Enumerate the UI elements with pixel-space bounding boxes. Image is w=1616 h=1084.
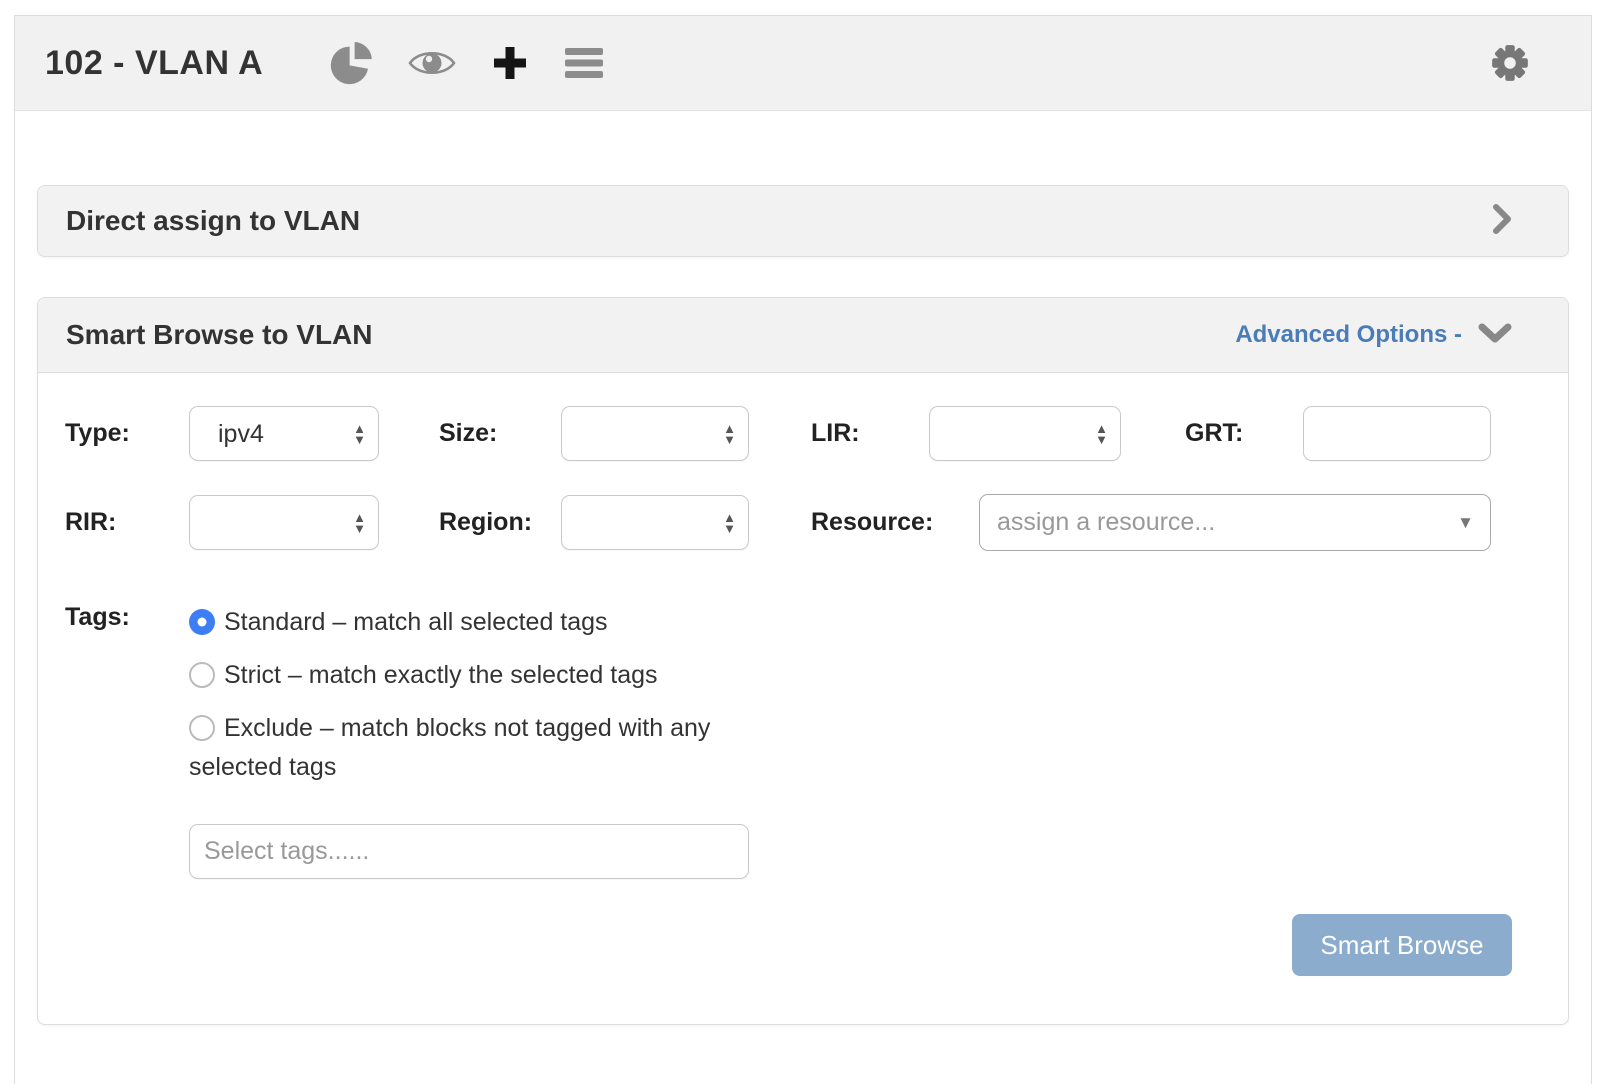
radio-button-icon[interactable] [189, 609, 215, 635]
select-tags-input[interactable] [189, 824, 749, 879]
radio-option-standard[interactable]: Standard – match all selected tags [189, 603, 749, 642]
form-row-2: RIR: ▲▼ Region: ▲▼ Resource: assign a re… [65, 494, 1568, 551]
tags-label: Tags: [65, 603, 189, 879]
radio-option-label: Standard – match all selected tags [224, 608, 608, 636]
resource-placeholder: assign a resource... [997, 508, 1215, 537]
resource-label: Resource: [811, 508, 979, 537]
header-toolbar [329, 41, 604, 86]
tags-radio-group: Standard – match all selected tags Stric… [189, 603, 749, 879]
smart-browse-header: Smart Browse to VLAN Advanced Options - [38, 298, 1568, 373]
smart-browse-body: Type: ipv4 ▲▼ Size: ▲▼ LIR: ▲▼ [38, 373, 1568, 1024]
tags-section: Tags: Standard – match all selected tags… [65, 603, 1568, 879]
submit-row: Smart Browse [65, 914, 1568, 976]
lir-label: LIR: [811, 419, 929, 448]
vlan-widget: 102 - VLAN A [14, 15, 1592, 1084]
grt-input[interactable] [1303, 406, 1491, 461]
type-label: Type: [65, 419, 189, 448]
radio-button-icon[interactable] [189, 715, 215, 741]
pie-chart-icon[interactable] [329, 41, 374, 86]
radio-option-label: Strict – match exactly the selected tags [224, 661, 658, 689]
chevron-right-icon[interactable] [1492, 203, 1512, 240]
rir-label: RIR: [65, 508, 189, 537]
size-select[interactable]: ▲▼ [561, 406, 749, 461]
region-label: Region: [439, 508, 561, 537]
form-row-1: Type: ipv4 ▲▼ Size: ▲▼ LIR: ▲▼ [65, 406, 1568, 461]
radio-option-label: Exclude – match blocks not tagged with a… [189, 714, 710, 781]
direct-assign-header[interactable]: Direct assign to VLAN [38, 186, 1568, 256]
rir-select[interactable]: ▲▼ [189, 495, 379, 550]
gear-icon[interactable] [1489, 42, 1531, 84]
advanced-options-link[interactable]: Advanced Options - [1235, 321, 1462, 349]
resource-dropdown[interactable]: assign a resource... ▼ [979, 494, 1491, 551]
lir-select[interactable]: ▲▼ [929, 406, 1121, 461]
region-select[interactable]: ▲▼ [561, 495, 749, 550]
tags-input-wrap [189, 824, 749, 879]
direct-assign-title: Direct assign to VLAN [66, 205, 360, 237]
size-label: Size: [439, 419, 561, 448]
grt-label: GRT: [1185, 419, 1303, 448]
smart-browse-button[interactable]: Smart Browse [1292, 914, 1512, 976]
type-select[interactable]: ipv4 ▲▼ [189, 406, 379, 461]
widget-header: 102 - VLAN A [15, 16, 1591, 111]
menu-icon[interactable] [564, 46, 604, 80]
direct-assign-panel: Direct assign to VLAN [37, 185, 1569, 257]
dropdown-arrow-icon: ▼ [1457, 513, 1474, 533]
radio-option-exclude[interactable]: Exclude – match blocks not tagged with a… [189, 709, 749, 787]
smart-browse-panel: Smart Browse to VLAN Advanced Options - … [37, 297, 1569, 1025]
widget-body: Direct assign to VLAN Smart Browse to VL… [15, 111, 1591, 1025]
radio-button-icon[interactable] [189, 662, 215, 688]
radio-option-strict[interactable]: Strict – match exactly the selected tags [189, 656, 749, 695]
plus-icon[interactable] [490, 43, 530, 83]
page-title: 102 - VLAN A [45, 44, 263, 83]
eye-icon[interactable] [408, 47, 456, 79]
chevron-down-icon[interactable] [1478, 322, 1512, 349]
smart-browse-title: Smart Browse to VLAN [66, 319, 373, 351]
